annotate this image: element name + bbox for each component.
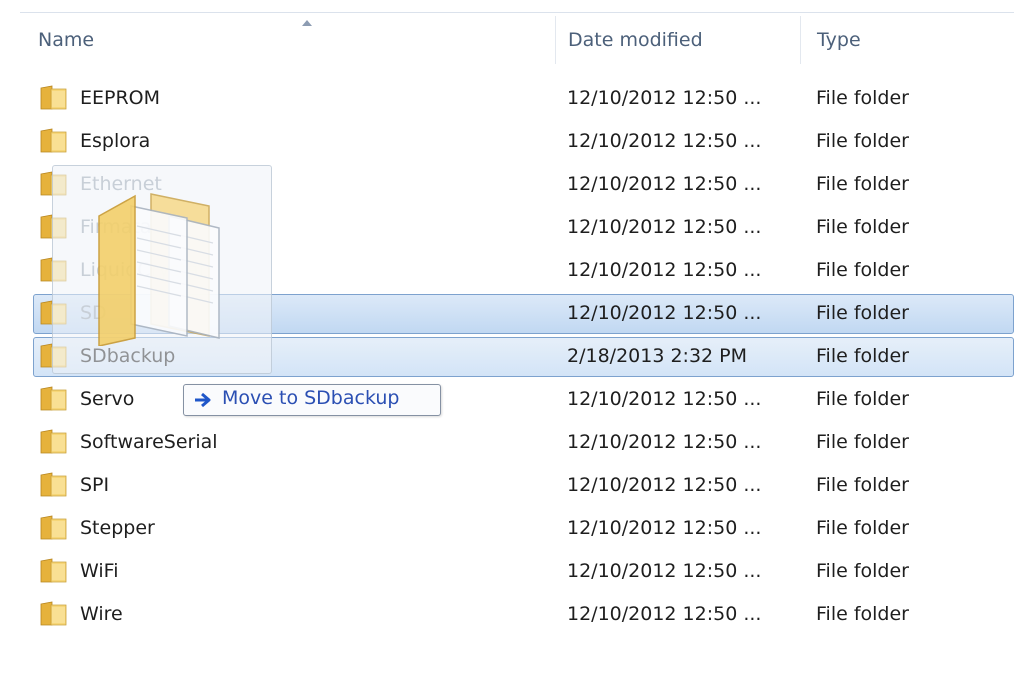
file-date-modified: 12/10/2012 12:50 ...	[567, 474, 762, 496]
drag-drop-tooltip: Move to SDbackup	[183, 384, 441, 416]
folder-icon	[40, 515, 67, 540]
file-name: Servo	[80, 388, 135, 410]
file-date-modified: 12/10/2012 12:50 ...	[567, 130, 762, 152]
file-row[interactable]: Esplora 12/10/2012 12:50 ... File folder	[0, 121, 1014, 164]
file-type: File folder	[816, 388, 909, 410]
file-date-modified: 12/10/2012 12:50 ...	[567, 87, 762, 109]
file-date-modified: 12/10/2012 12:50 ...	[567, 517, 762, 539]
file-row[interactable]: WiFi 12/10/2012 12:50 ... File folder	[0, 551, 1014, 594]
file-date-modified: 2/18/2013 2:32 PM	[567, 345, 748, 367]
sort-ascending-icon	[302, 20, 312, 26]
file-type: File folder	[816, 259, 909, 281]
file-row[interactable]: EEPROM 12/10/2012 12:50 ... File folder	[0, 78, 1014, 121]
folder-icon	[40, 601, 67, 626]
file-name: SoftwareSerial	[80, 431, 218, 453]
column-header-type[interactable]: Type	[799, 16, 1014, 64]
folder-icon	[40, 558, 67, 583]
file-name: Stepper	[80, 517, 155, 539]
column-header-bar: Name Date modified Type	[0, 0, 1014, 64]
file-type: File folder	[816, 130, 909, 152]
file-type: File folder	[816, 345, 909, 367]
file-row[interactable]: Servo 12/10/2012 12:50 ... File folder	[0, 379, 1014, 422]
file-type: File folder	[816, 173, 909, 195]
file-type: File folder	[816, 87, 909, 109]
file-name: Wire	[80, 603, 123, 625]
column-header-date-label: Date modified	[568, 29, 703, 51]
dragged-folder-icon	[98, 193, 220, 346]
file-date-modified: 12/10/2012 12:50 ...	[567, 560, 762, 582]
file-type: File folder	[816, 517, 909, 539]
file-date-modified: 12/10/2012 12:50 ...	[567, 603, 762, 625]
file-name: EEPROM	[80, 87, 161, 109]
folder-icon	[40, 85, 67, 110]
file-date-modified: 12/10/2012 12:50 ...	[567, 259, 762, 281]
file-name: Esplora	[80, 130, 151, 152]
file-date-modified: 12/10/2012 12:50 ...	[567, 302, 762, 324]
file-row[interactable]: Stepper 12/10/2012 12:50 ... File folder	[0, 508, 1014, 551]
column-header-name[interactable]: Name	[20, 16, 555, 64]
column-header-type-label: Type	[817, 29, 861, 51]
column-header-date-modified[interactable]: Date modified	[550, 16, 800, 64]
drag-tooltip-text: Move to SDbackup	[222, 387, 400, 409]
folder-icon	[40, 386, 67, 411]
file-type: File folder	[816, 474, 909, 496]
file-type: File folder	[816, 431, 909, 453]
file-name: WiFi	[80, 560, 119, 582]
file-name: SPI	[80, 474, 110, 496]
right-arrow-icon	[195, 392, 211, 408]
file-date-modified: 12/10/2012 12:50 ...	[567, 173, 762, 195]
file-type: File folder	[816, 560, 909, 582]
column-header-name-label: Name	[38, 29, 95, 51]
file-explorer: Name Date modified Type EEPROM 12/10/2012…	[0, 0, 1014, 673]
file-row[interactable]: SPI 12/10/2012 12:50 ... File folder	[0, 465, 1014, 508]
file-date-modified: 12/10/2012 12:50 ...	[567, 216, 762, 238]
file-date-modified: 12/10/2012 12:50 ...	[567, 388, 762, 410]
drag-ghost	[52, 165, 272, 374]
file-type: File folder	[816, 216, 909, 238]
file-type: File folder	[816, 302, 909, 324]
file-date-modified: 12/10/2012 12:50 ...	[567, 431, 762, 453]
file-type: File folder	[816, 603, 909, 625]
folder-icon	[40, 128, 67, 153]
folder-icon	[40, 429, 67, 454]
header-border	[20, 12, 1014, 13]
file-row[interactable]: Wire 12/10/2012 12:50 ... File folder	[0, 594, 1014, 637]
file-row[interactable]: SoftwareSerial 12/10/2012 12:50 ... File f…	[0, 422, 1014, 465]
folder-icon	[40, 472, 67, 497]
